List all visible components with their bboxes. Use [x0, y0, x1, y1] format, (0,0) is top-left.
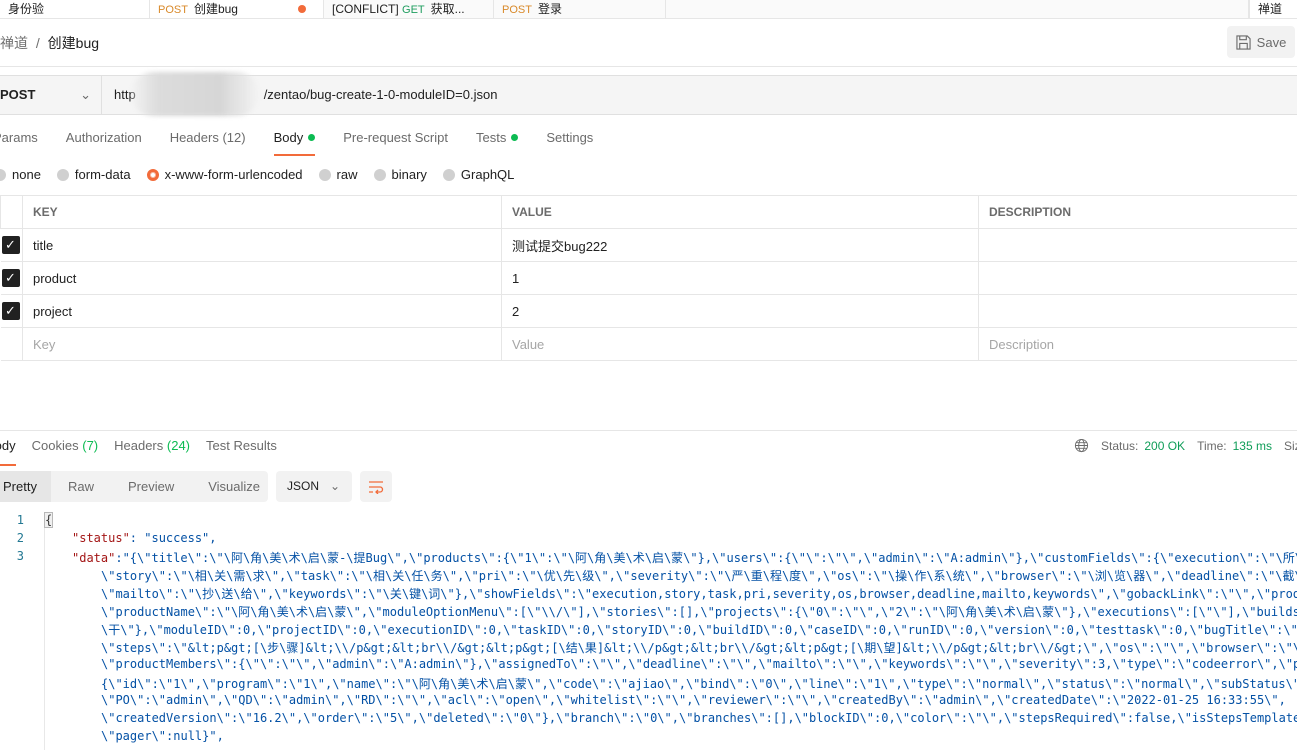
line-number: 3	[16, 549, 24, 563]
url-bar: POST ⌄ http/zentao/bug-create-1-0-moduleI…	[0, 72, 1297, 116]
tab-headers[interactable]: Headers (12)	[156, 130, 260, 156]
table-row: ✓ product 1	[0, 261, 1297, 295]
save-icon	[1236, 34, 1251, 50]
response-tabs: Body Cookies (7) Headers (24) Test Resul…	[0, 438, 293, 466]
code-line: "data":"{\"title\":\"\阿\角\美\术\启\蒙-\提Bug\…	[72, 551, 1297, 565]
radio-none[interactable]: none	[0, 167, 41, 182]
row-checkbox[interactable]: ✓	[1, 302, 20, 320]
globe-icon[interactable]	[1074, 438, 1089, 453]
divider	[0, 66, 1297, 67]
code-line: "status": "success",	[72, 531, 217, 545]
breadcrumb: 禅道 / 创建bug	[0, 35, 100, 51]
wrap-lines-button[interactable]	[360, 471, 392, 502]
radio-x-www-form-urlencoded[interactable]: x-www-form-urlencoded	[146, 167, 303, 182]
description-cell[interactable]	[978, 294, 1297, 328]
key-cell[interactable]: project	[22, 294, 502, 328]
code-brace: {	[44, 512, 54, 528]
request-config-tabs: Params Authorization Headers (12) Body P…	[0, 130, 607, 156]
table-row: ✓ title 测试提交bug222	[0, 228, 1297, 262]
request-tab[interactable]: 身份验	[0, 0, 150, 18]
format-preview[interactable]: Preview	[111, 471, 191, 502]
chevron-down-icon: ⌄	[330, 479, 341, 493]
redacted-host	[132, 72, 258, 116]
line-number: 2	[16, 531, 24, 545]
value-input[interactable]: Value	[501, 327, 979, 361]
value-cell[interactable]: 1	[501, 261, 979, 295]
tab-params[interactable]: Params	[0, 130, 52, 156]
code-line: \"createdVersion\":\"16.2\",\"order\":\"…	[101, 711, 1297, 725]
chevron-down-icon: ⌄	[80, 87, 91, 102]
radio-binary[interactable]: binary	[373, 167, 427, 182]
table-row: ✓ project 2	[0, 294, 1297, 328]
request-tab[interactable]: POST 登录	[494, 0, 666, 18]
code-line: \"mailto\":\"\抄\送\给\",\"keywords\":\"\关\…	[101, 587, 1297, 601]
code-line: \"PO\":\"admin\",\"QD\":\"admin\",\"RD\"…	[101, 693, 1286, 707]
value-cell[interactable]: 2	[501, 294, 979, 328]
new-tab-area[interactable]	[666, 0, 1249, 18]
breadcrumb-request: 创建bug	[47, 35, 100, 51]
key-input[interactable]: Key	[22, 327, 502, 361]
description-cell[interactable]	[978, 228, 1297, 262]
tab-pre-request-script[interactable]: Pre-request Script	[329, 130, 462, 156]
radio-raw[interactable]: raw	[318, 167, 358, 182]
request-tabs-bar: 身份验 POST 创建bug [CONFLICT] GET 获取... POST 登录…	[0, 0, 1297, 19]
divider	[0, 430, 1297, 431]
value-cell[interactable]: 测试提交bug222	[501, 228, 979, 262]
params-table: KEY VALUE DESCRIPTION ✓ title 测试提交bug222…	[0, 195, 1297, 361]
environment-tab[interactable]: 禅道	[1249, 0, 1297, 18]
code-line: \"productMembers\":{\"\":\"\",\"admin\":…	[101, 657, 1297, 671]
save-button[interactable]: Save	[1227, 26, 1295, 58]
method-select[interactable]: POST ⌄	[0, 76, 102, 114]
format-tabs: Pretty Raw Preview Visualize	[0, 471, 268, 502]
tab-test-results[interactable]: Test Results	[206, 438, 277, 464]
language-select[interactable]: JSON ⌄	[276, 471, 352, 502]
row-checkbox[interactable]: ✓	[1, 236, 20, 254]
key-cell[interactable]: product	[22, 261, 502, 295]
radio-graphql[interactable]: GraphQL	[442, 167, 514, 182]
tab-response-headers[interactable]: Headers (24)	[114, 438, 190, 464]
response-status: Status:200 OK Time:135 ms Size	[1074, 438, 1297, 453]
tab-settings[interactable]: Settings	[532, 130, 607, 156]
active-dot	[511, 134, 519, 141]
description-input[interactable]: Description	[978, 327, 1297, 361]
table-row-new: Key Value Description	[0, 327, 1297, 361]
code-line: \"pager\":null}",	[101, 729, 224, 743]
request-tab[interactable]: [CONFLICT] GET 获取...	[324, 0, 494, 18]
table-header: KEY VALUE DESCRIPTION	[0, 195, 1297, 229]
tab-response-body[interactable]: Body	[0, 438, 16, 466]
code-line: \"steps\":\"&lt;p&gt;[\步\骤]&lt;\\/p&gt;&…	[101, 641, 1297, 655]
format-visualize[interactable]: Visualize	[191, 471, 277, 502]
tab-cookies[interactable]: Cookies (7)	[32, 438, 98, 464]
code-line: \"productName\":\"\阿\角\美\术\启\蒙\",\"modul…	[101, 605, 1297, 619]
active-dot	[308, 134, 316, 141]
code-gutter	[44, 513, 45, 750]
code-line: {\"id\":\"1\",\"program\":\"1\",\"name\"…	[101, 677, 1297, 691]
key-cell[interactable]: title	[22, 228, 502, 262]
code-line: \"story\":\"\相\关\需\求\",\"task\":\"\相\关\任…	[101, 569, 1297, 583]
tab-body[interactable]: Body	[260, 130, 330, 156]
radio-form-data[interactable]: form-data	[56, 167, 131, 182]
wrap-icon	[369, 480, 384, 494]
body-type-radios: none form-data x-www-form-urlencoded raw…	[0, 167, 530, 182]
description-cell[interactable]	[978, 261, 1297, 295]
code-line: \干\"},\"moduleID\":0,\"projectID\":0,\"e…	[101, 623, 1297, 637]
row-checkbox[interactable]: ✓	[1, 269, 20, 287]
line-number: 1	[16, 513, 24, 527]
format-pretty[interactable]: Pretty	[0, 471, 51, 502]
request-tab-active[interactable]: POST 创建bug	[150, 0, 324, 18]
tab-tests[interactable]: Tests	[462, 130, 532, 156]
tab-authorization[interactable]: Authorization	[52, 130, 156, 156]
breadcrumb-collection[interactable]: 禅道	[0, 35, 28, 51]
format-raw[interactable]: Raw	[51, 471, 111, 502]
unsaved-dot	[298, 5, 306, 13]
